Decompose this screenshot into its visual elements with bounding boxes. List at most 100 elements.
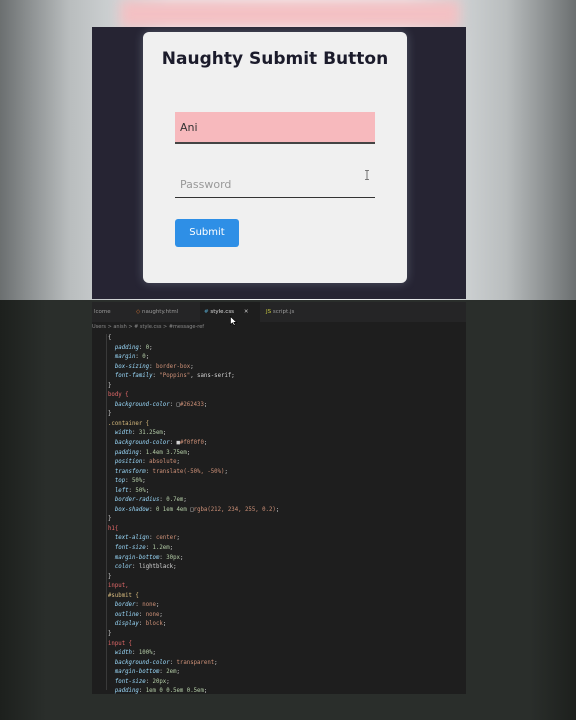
code-token: ;	[275, 506, 280, 513]
code-token: , sans-serif;	[190, 373, 235, 380]
code-token: none	[145, 611, 160, 618]
code-token: background-color	[108, 440, 170, 447]
tab-script-js[interactable]: JS script.js	[262, 302, 322, 322]
code-token: 2em	[166, 669, 177, 676]
code-line[interactable]: padding: 0;	[108, 344, 458, 354]
code-line[interactable]: margin-bottom: 30px;	[108, 554, 458, 564]
code-token: ;	[149, 344, 153, 351]
code-line[interactable]: font-size: 1.2em;	[108, 544, 458, 554]
code-token: top	[108, 478, 126, 485]
code-token: 1.2em	[152, 545, 170, 552]
text-cursor-icon	[365, 170, 369, 180]
code-line[interactable]: left: 50%;	[108, 487, 458, 497]
code-token: center	[155, 535, 177, 542]
code-token: ;	[176, 459, 180, 466]
code-token: width	[108, 430, 132, 437]
code-line[interactable]: font-size: 20px;	[108, 678, 458, 688]
code-line[interactable]: top: 50%;	[108, 477, 458, 487]
code-token: :	[131, 564, 139, 571]
tab-welcome[interactable]: lcome	[92, 302, 136, 322]
code-token: ;	[159, 611, 163, 618]
code-line[interactable]: {	[108, 334, 458, 344]
code-line[interactable]: border: none;	[108, 601, 458, 611]
code-lines[interactable]: { padding: 0; margin: 0; box-sizing: bor…	[108, 334, 458, 694]
code-line[interactable]: padding: 1.4em 3.75em;	[108, 449, 458, 459]
code-token: ;	[162, 430, 167, 437]
code-token: 30px	[166, 554, 180, 561]
code-line[interactable]: position: absolute;	[108, 458, 458, 468]
code-line[interactable]: }	[108, 573, 458, 583]
code-line[interactable]: transform: translate(-50%, -50%);	[108, 468, 458, 478]
code-line[interactable]: background-color: □#262433;	[108, 401, 458, 411]
code-line[interactable]: width: 100%;	[108, 649, 458, 659]
code-token: #262433	[179, 401, 204, 408]
code-token: border-box	[155, 363, 191, 370]
code-token: "Poppins"	[159, 373, 191, 380]
code-token: border	[108, 602, 136, 609]
code-token: background-color	[108, 659, 170, 666]
code-token: :	[169, 659, 177, 666]
code-token: border-radius	[108, 497, 160, 504]
code-line[interactable]: background-color: transparent;	[108, 659, 458, 669]
code-token: :	[138, 621, 146, 628]
code-line[interactable]: }	[108, 410, 458, 420]
code-token: body {	[108, 392, 129, 399]
code-token: 20px	[152, 678, 167, 685]
code-token: outline	[108, 611, 139, 618]
code-line[interactable]: margin: 0;	[108, 353, 458, 363]
code-token: 100%	[138, 650, 153, 657]
blurred-backdrop-highlight	[120, 0, 460, 28]
code-token: ;	[169, 545, 174, 552]
code-line[interactable]: h1{	[108, 525, 458, 535]
code-line[interactable]: }	[108, 630, 458, 640]
code-token: 50%	[135, 487, 146, 494]
code-line[interactable]: background-color: ■#f0f0f0;	[108, 439, 458, 449]
code-token: {	[108, 335, 112, 341]
code-token: ;	[224, 468, 228, 475]
code-line[interactable]: color: lightblack;	[108, 563, 458, 573]
code-token: padding	[108, 449, 139, 456]
code-token: .container {	[108, 420, 150, 427]
page-title: Naughty Submit Button	[161, 49, 389, 69]
code-line[interactable]: input,	[108, 582, 458, 592]
username-input[interactable]: Ani	[175, 112, 375, 144]
code-token: :	[138, 611, 146, 618]
code-line[interactable]: padding: 1em 0 0.5em 0.5em;	[108, 687, 458, 694]
password-input[interactable]: Password	[175, 174, 375, 198]
code-line[interactable]: outline: none;	[108, 611, 458, 621]
submit-button[interactable]: Submit	[175, 219, 239, 247]
code-token: :	[145, 468, 153, 475]
code-line[interactable]: body {	[108, 391, 458, 401]
code-line[interactable]: }	[108, 515, 458, 525]
tab-naughty-html[interactable]: ◇ naughty.html	[134, 302, 200, 322]
code-line[interactable]: display: block;	[108, 620, 458, 630]
code-token: rgba(212, 234, 255, 0.2)	[193, 506, 276, 513]
code-token: font-size	[108, 678, 146, 685]
breadcrumb[interactable]: Users > anish > # style.css > #message-r…	[92, 322, 466, 332]
code-token: ;	[176, 535, 180, 542]
tab-style-css-label: style.css	[210, 309, 235, 315]
code-token: :	[138, 344, 146, 351]
code-token: 1em 0 0.5em 0.5em	[145, 688, 204, 694]
code-line[interactable]: input {	[108, 640, 458, 650]
mouse-pointer-icon	[230, 316, 238, 326]
code-line[interactable]: margin-bottom: 2em;	[108, 668, 458, 678]
code-line[interactable]: box-shadow: 0 1em 4em □rgba(212, 234, 25…	[108, 506, 458, 516]
code-token: margin-bottom	[108, 554, 160, 561]
code-line[interactable]: border-radius: 0.7em;	[108, 496, 458, 506]
close-icon[interactable]: ✕	[244, 309, 249, 315]
code-line[interactable]: }	[108, 382, 458, 392]
code-line[interactable]: box-sizing: border-box;	[108, 363, 458, 373]
code-line[interactable]: width: 31.25em;	[108, 429, 458, 439]
code-line[interactable]: .container {	[108, 420, 458, 430]
code-editor: lcome ◇ naughty.html # style.css ✕ JS sc…	[92, 302, 466, 694]
code-line[interactable]: text-align: center;	[108, 534, 458, 544]
code-line[interactable]: #submit {	[108, 592, 458, 602]
code-token: ;	[155, 602, 160, 609]
code-token: translate(-50%, -50%)	[152, 468, 225, 475]
code-token: }	[108, 573, 112, 580]
code-line[interactable]: font-family: "Poppins", sans-serif;	[108, 372, 458, 382]
js-icon: JS	[266, 309, 273, 315]
code-token: ;	[162, 621, 167, 628]
editor-tab-bar: lcome ◇ naughty.html # style.css ✕ JS sc…	[92, 302, 466, 322]
